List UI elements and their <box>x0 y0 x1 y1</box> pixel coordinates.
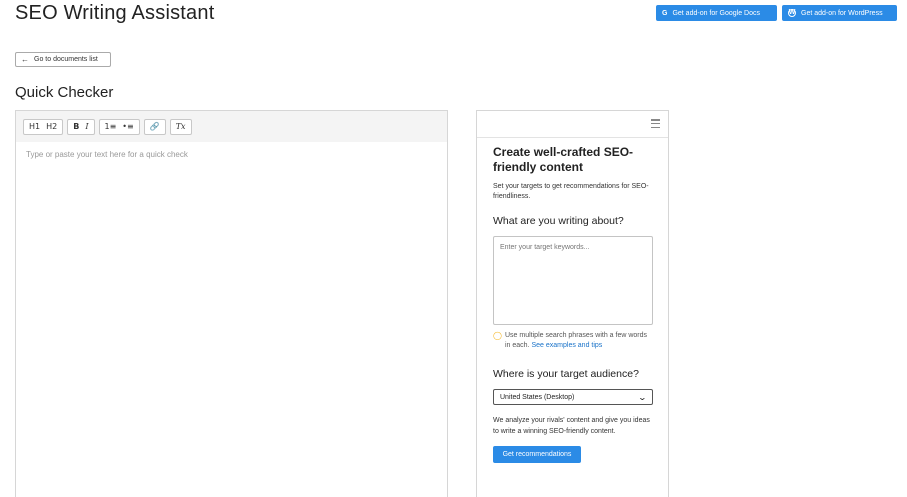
editor-toolbar: H1 H2 B I 1≡ •≡ 🔗 Tx <box>16 111 447 142</box>
analyze-description: We analyze your rivals' content and give… <box>493 417 650 435</box>
format-group: B I <box>67 118 95 135</box>
get-recommendations-button[interactable]: Get recommendations <box>493 446 581 463</box>
bulb-icon: ◯ <box>493 331 502 340</box>
list-group: 1≡ •≡ <box>98 118 140 135</box>
section-title: Quick Checker <box>15 84 114 101</box>
google-docs-addon-button[interactable]: G Get add-on for Google Docs <box>656 5 777 21</box>
panel-subtitle: Set your targets to get recommendations … <box>493 183 649 200</box>
link-icon[interactable]: 🔗 <box>147 120 163 134</box>
audience-selected-value: United States (Desktop) <box>500 393 575 401</box>
audience-question: Where is your target audience? <box>493 368 639 380</box>
panel-header <box>477 111 668 138</box>
examples-link[interactable]: See examples and tips <box>531 342 602 349</box>
google-docs-addon-label: Get add-on for Google Docs <box>672 9 761 17</box>
wordpress-addon-label: Get add-on for WordPress <box>801 9 883 17</box>
editor-text-area[interactable]: Type or paste your text here for a quick… <box>16 142 447 167</box>
audience-select[interactable]: United States (Desktop) ⌄ <box>493 389 653 405</box>
menu-icon[interactable] <box>651 119 660 128</box>
google-docs-icon: G <box>662 9 668 17</box>
heading2-button[interactable]: H2 <box>43 120 60 134</box>
heading-group: H1 H2 <box>23 118 64 135</box>
keywords-question: What are you writing about? <box>493 215 624 227</box>
clear-format-icon[interactable]: Tx <box>173 120 189 134</box>
target-keywords-input[interactable] <box>493 236 653 325</box>
editor-placeholder: Type or paste your text here for a quick… <box>26 150 188 159</box>
link-group: 🔗 <box>143 118 166 135</box>
recommendations-panel: Create well-crafted SEO-friendly content… <box>476 110 669 497</box>
arrow-left-icon: ← <box>21 55 29 64</box>
bold-button[interactable]: B <box>70 120 82 134</box>
wordpress-addon-button[interactable]: W Get add-on for WordPress <box>782 5 897 21</box>
quick-checker-editor: H1 H2 B I 1≡ •≡ 🔗 Tx Type or paste your … <box>15 110 448 497</box>
chevron-down-icon: ⌄ <box>637 392 648 402</box>
clear-group: Tx <box>169 118 192 135</box>
ordered-list-button[interactable]: 1≡ <box>102 120 120 134</box>
page-title: SEO Writing Assistant <box>15 2 215 24</box>
wordpress-icon: W <box>788 9 796 17</box>
italic-button[interactable]: I <box>82 120 91 134</box>
heading1-button[interactable]: H1 <box>26 120 43 134</box>
back-to-documents-label: Go to documents list <box>34 56 98 63</box>
panel-title: Create well-crafted SEO-friendly content <box>493 145 634 174</box>
back-to-documents-button[interactable]: ← Go to documents list <box>15 52 111 67</box>
keywords-hint: ◯ Use multiple search phrases with a few… <box>493 331 653 351</box>
bullet-list-button[interactable]: •≡ <box>119 120 136 134</box>
